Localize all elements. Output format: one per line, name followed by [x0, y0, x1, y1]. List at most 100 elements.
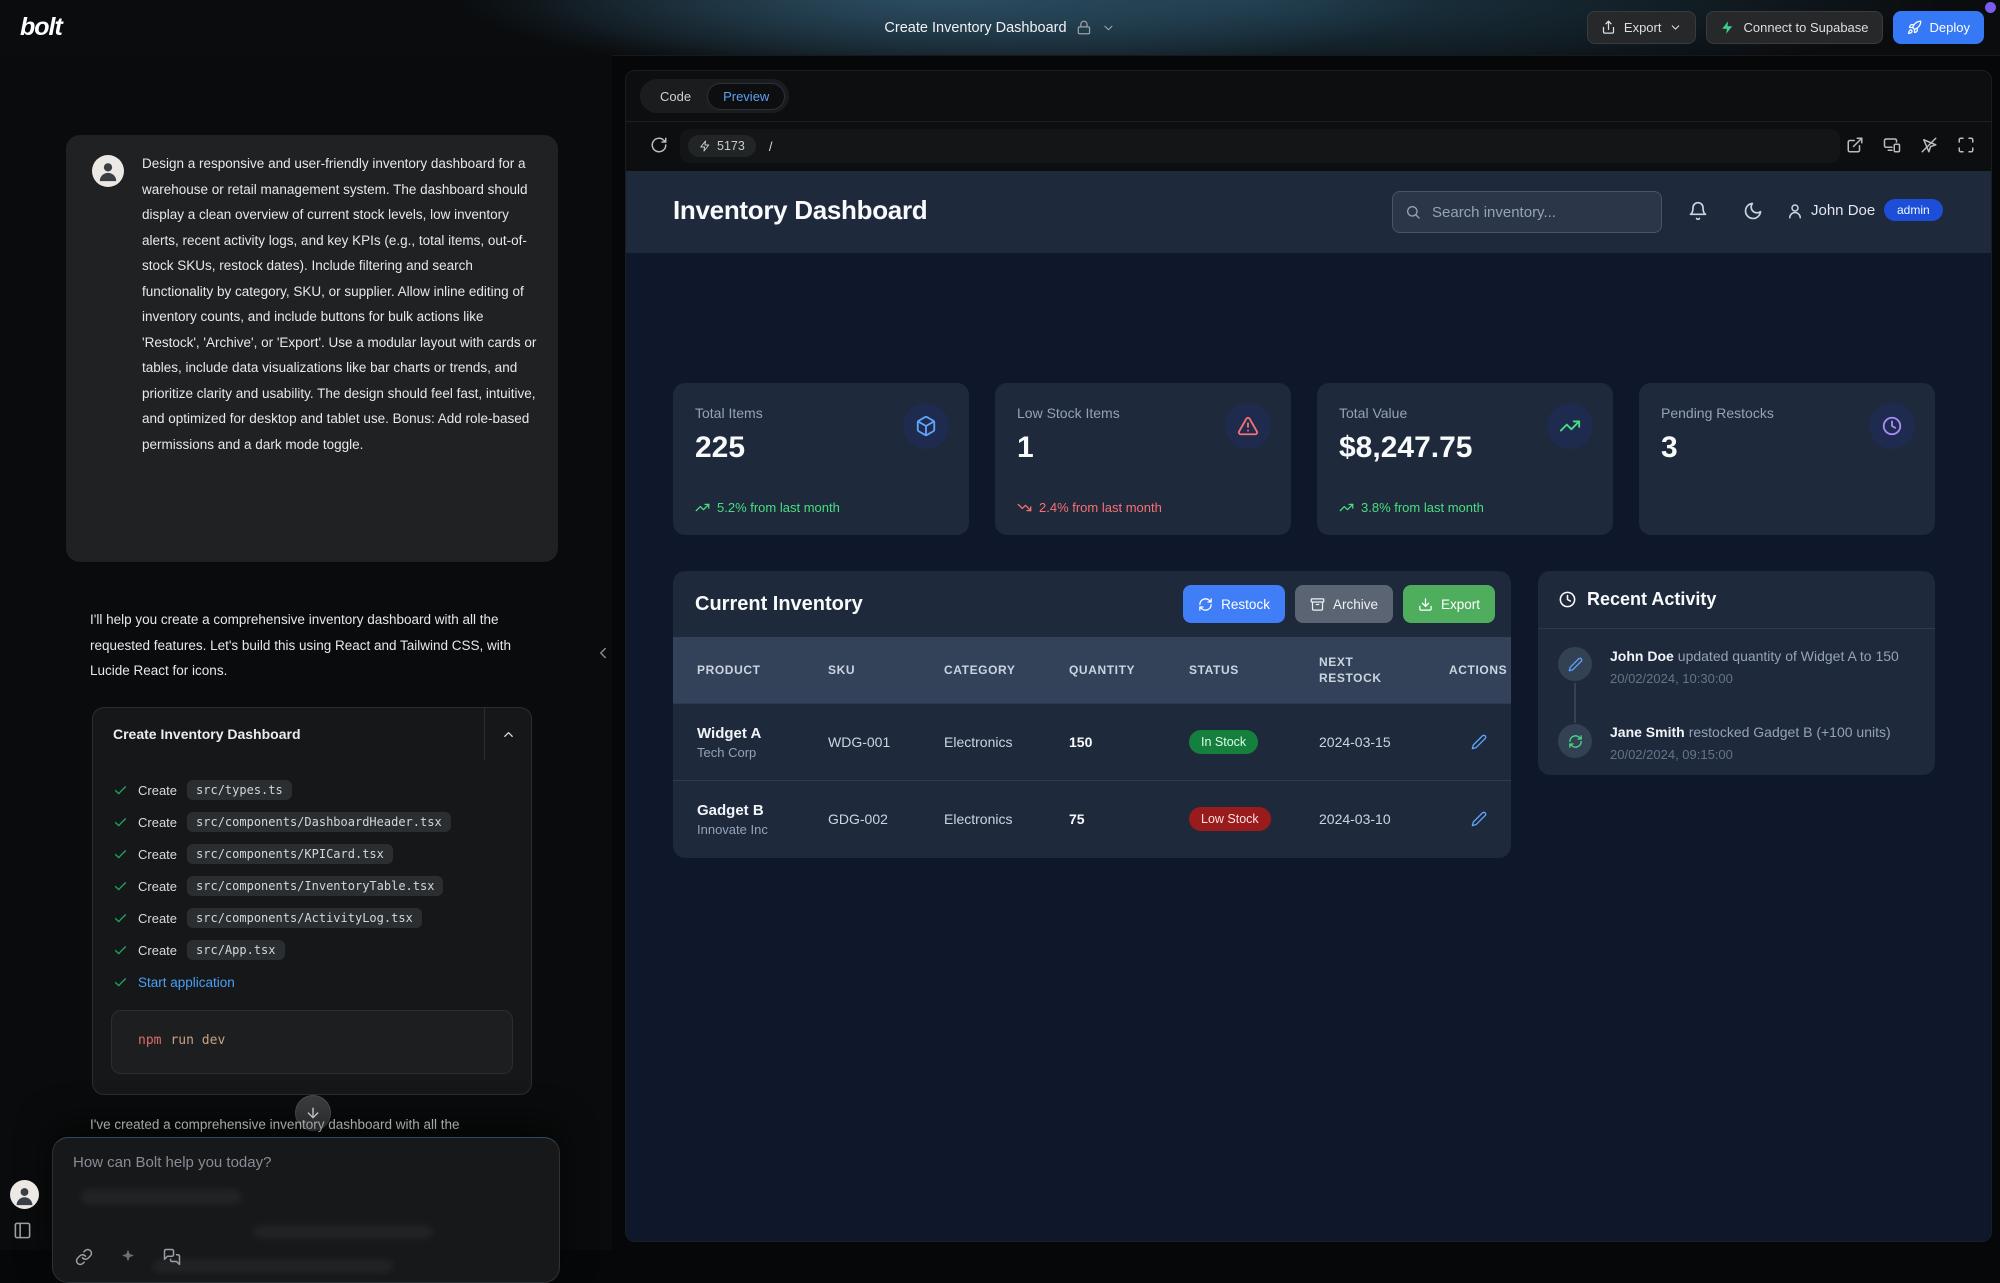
- sku-cell: WDG-001: [828, 734, 944, 750]
- check-icon: [113, 879, 128, 894]
- zap-icon: [699, 140, 711, 152]
- export-csv-button[interactable]: Export: [1403, 585, 1495, 623]
- command-args: run dev: [170, 1033, 225, 1048]
- trending-up-icon: [695, 500, 710, 515]
- activity-title: Recent Activity: [1587, 589, 1716, 610]
- task-action: Create: [138, 943, 177, 958]
- toggle-sidebar-icon[interactable]: [13, 1221, 32, 1240]
- reload-icon[interactable]: [650, 136, 668, 154]
- user-avatar: [92, 155, 124, 187]
- user-icon: [1786, 202, 1804, 220]
- activity-action: restocked Gadget B (+100 units): [1689, 724, 1891, 740]
- attach-link-icon[interactable]: [75, 1248, 93, 1266]
- column-header: NEXT RESTOCK: [1319, 654, 1397, 686]
- chat-input-box[interactable]: [52, 1137, 560, 1283]
- fullscreen-icon[interactable]: [1957, 136, 1975, 154]
- restock-icon: [1558, 724, 1592, 758]
- bolt-logo[interactable]: bolt: [20, 13, 62, 42]
- check-icon: [113, 975, 128, 990]
- task-item: Create src/types.ts: [113, 774, 513, 806]
- responsive-devices-icon[interactable]: [1883, 136, 1901, 154]
- restock-button[interactable]: Restock: [1183, 585, 1285, 623]
- next-restock-cell: 2024-03-15: [1319, 734, 1449, 750]
- deploy-button[interactable]: Deploy: [1893, 11, 1984, 44]
- activity-item: [1558, 647, 1592, 681]
- port-number: 5173: [717, 139, 745, 153]
- supabase-icon: [1720, 20, 1735, 35]
- view-tabs-bar: Code Preview: [626, 71, 1991, 122]
- sparkles-icon[interactable]: [119, 1248, 137, 1266]
- supplier-name: Tech Corp: [697, 745, 828, 760]
- task-file[interactable]: src/components/DashboardHeader.tsx: [187, 812, 451, 832]
- export-button[interactable]: Export: [1587, 11, 1697, 44]
- connect-supabase-button[interactable]: Connect to Supabase: [1706, 11, 1882, 44]
- collapse-task-card-button[interactable]: [484, 708, 531, 760]
- inventory-title: Current Inventory: [695, 593, 863, 616]
- product-name: Widget A: [697, 725, 828, 742]
- quantity-cell[interactable]: 150: [1069, 734, 1189, 750]
- check-icon: [113, 847, 128, 862]
- kpi-trend: 2.4% from last month: [1017, 500, 1162, 515]
- edit-row-icon[interactable]: [1471, 734, 1487, 750]
- activity-action: updated quantity of Widget A to 150: [1678, 648, 1899, 664]
- share-icon: [1601, 20, 1616, 35]
- task-file[interactable]: src/components/ActivityLog.tsx: [187, 908, 422, 928]
- task-file[interactable]: src/types.ts: [187, 780, 292, 800]
- chat-panel: Design a responsive and user-friendly in…: [0, 55, 612, 1250]
- url-field[interactable]: 5173 /: [680, 129, 1840, 163]
- dark-mode-toggle-icon[interactable]: [1743, 201, 1763, 221]
- task-item: Create src/App.tsx: [113, 934, 513, 966]
- edit-row-icon[interactable]: [1471, 811, 1487, 827]
- search-input[interactable]: [1430, 203, 1634, 222]
- blurred-content: [153, 1260, 393, 1272]
- clock-icon: [1869, 403, 1915, 449]
- kpi-card-low-stock: Low Stock Items 1 2.4% from last month: [995, 383, 1291, 535]
- status-badge: Low Stock: [1189, 807, 1271, 831]
- product-name: Gadget B: [697, 802, 828, 819]
- inspector-cursor-off-icon[interactable]: [1920, 136, 1938, 154]
- open-in-new-tab-icon[interactable]: [1846, 136, 1864, 154]
- check-icon: [113, 815, 128, 830]
- task-action: Create: [138, 847, 177, 862]
- task-file[interactable]: src/components/KPICard.tsx: [187, 844, 393, 864]
- category-cell: Electronics: [944, 811, 1069, 827]
- kpi-trend: 5.2% from last month: [695, 500, 840, 515]
- archive-button[interactable]: Archive: [1295, 585, 1393, 623]
- task-file[interactable]: src/components/InventoryTable.tsx: [187, 876, 443, 896]
- trending-down-icon: [1017, 500, 1032, 515]
- start-application-item[interactable]: Start application: [113, 966, 513, 998]
- chat-mode-icon[interactable]: [163, 1248, 181, 1266]
- clock-icon: [1558, 590, 1577, 609]
- chat-input[interactable]: [71, 1152, 535, 1216]
- supplier-name: Innovate Inc: [697, 822, 828, 837]
- task-file[interactable]: src/App.tsx: [187, 940, 284, 960]
- preview-frame: Inventory Dashboard John Doe admin Total…: [626, 171, 1991, 1241]
- code-preview-toggle: Code Preview: [640, 79, 789, 113]
- chevron-down-icon[interactable]: [1102, 21, 1116, 35]
- tab-code[interactable]: Code: [644, 83, 707, 110]
- kpi-card-pending-restocks: Pending Restocks 3: [1639, 383, 1935, 535]
- check-icon: [113, 783, 128, 798]
- notification-dot: [1985, 2, 1996, 13]
- collapse-chat-handle[interactable]: [594, 644, 612, 662]
- recent-activity-card: Recent Activity John Doeupdated quantity…: [1538, 571, 1935, 775]
- start-application-link[interactable]: Start application: [138, 975, 235, 990]
- deploy-label: Deploy: [1930, 20, 1970, 35]
- port-pill[interactable]: 5173: [688, 135, 756, 157]
- quantity-cell[interactable]: 75: [1069, 811, 1189, 827]
- timeline-connector: [1574, 683, 1576, 723]
- account-avatar[interactable]: [10, 1180, 39, 1209]
- table-row: Widget A Tech Corp WDG-001 Electronics 1…: [673, 703, 1511, 780]
- inventory-search-box[interactable]: [1392, 191, 1662, 233]
- task-item: Create src/components/InventoryTable.tsx: [113, 870, 513, 902]
- check-icon: [113, 911, 128, 926]
- bell-icon[interactable]: [1688, 201, 1708, 221]
- project-title-group[interactable]: Create Inventory Dashboard: [884, 0, 1115, 55]
- chevron-down-icon: [1669, 21, 1682, 34]
- trending-up-icon: [1339, 500, 1354, 515]
- task-item: Create src/components/ActivityLog.tsx: [113, 902, 513, 934]
- lock-icon: [1077, 20, 1092, 35]
- task-card-title: Create Inventory Dashboard: [113, 726, 301, 742]
- task-action: Create: [138, 879, 177, 894]
- tab-preview[interactable]: Preview: [707, 83, 785, 110]
